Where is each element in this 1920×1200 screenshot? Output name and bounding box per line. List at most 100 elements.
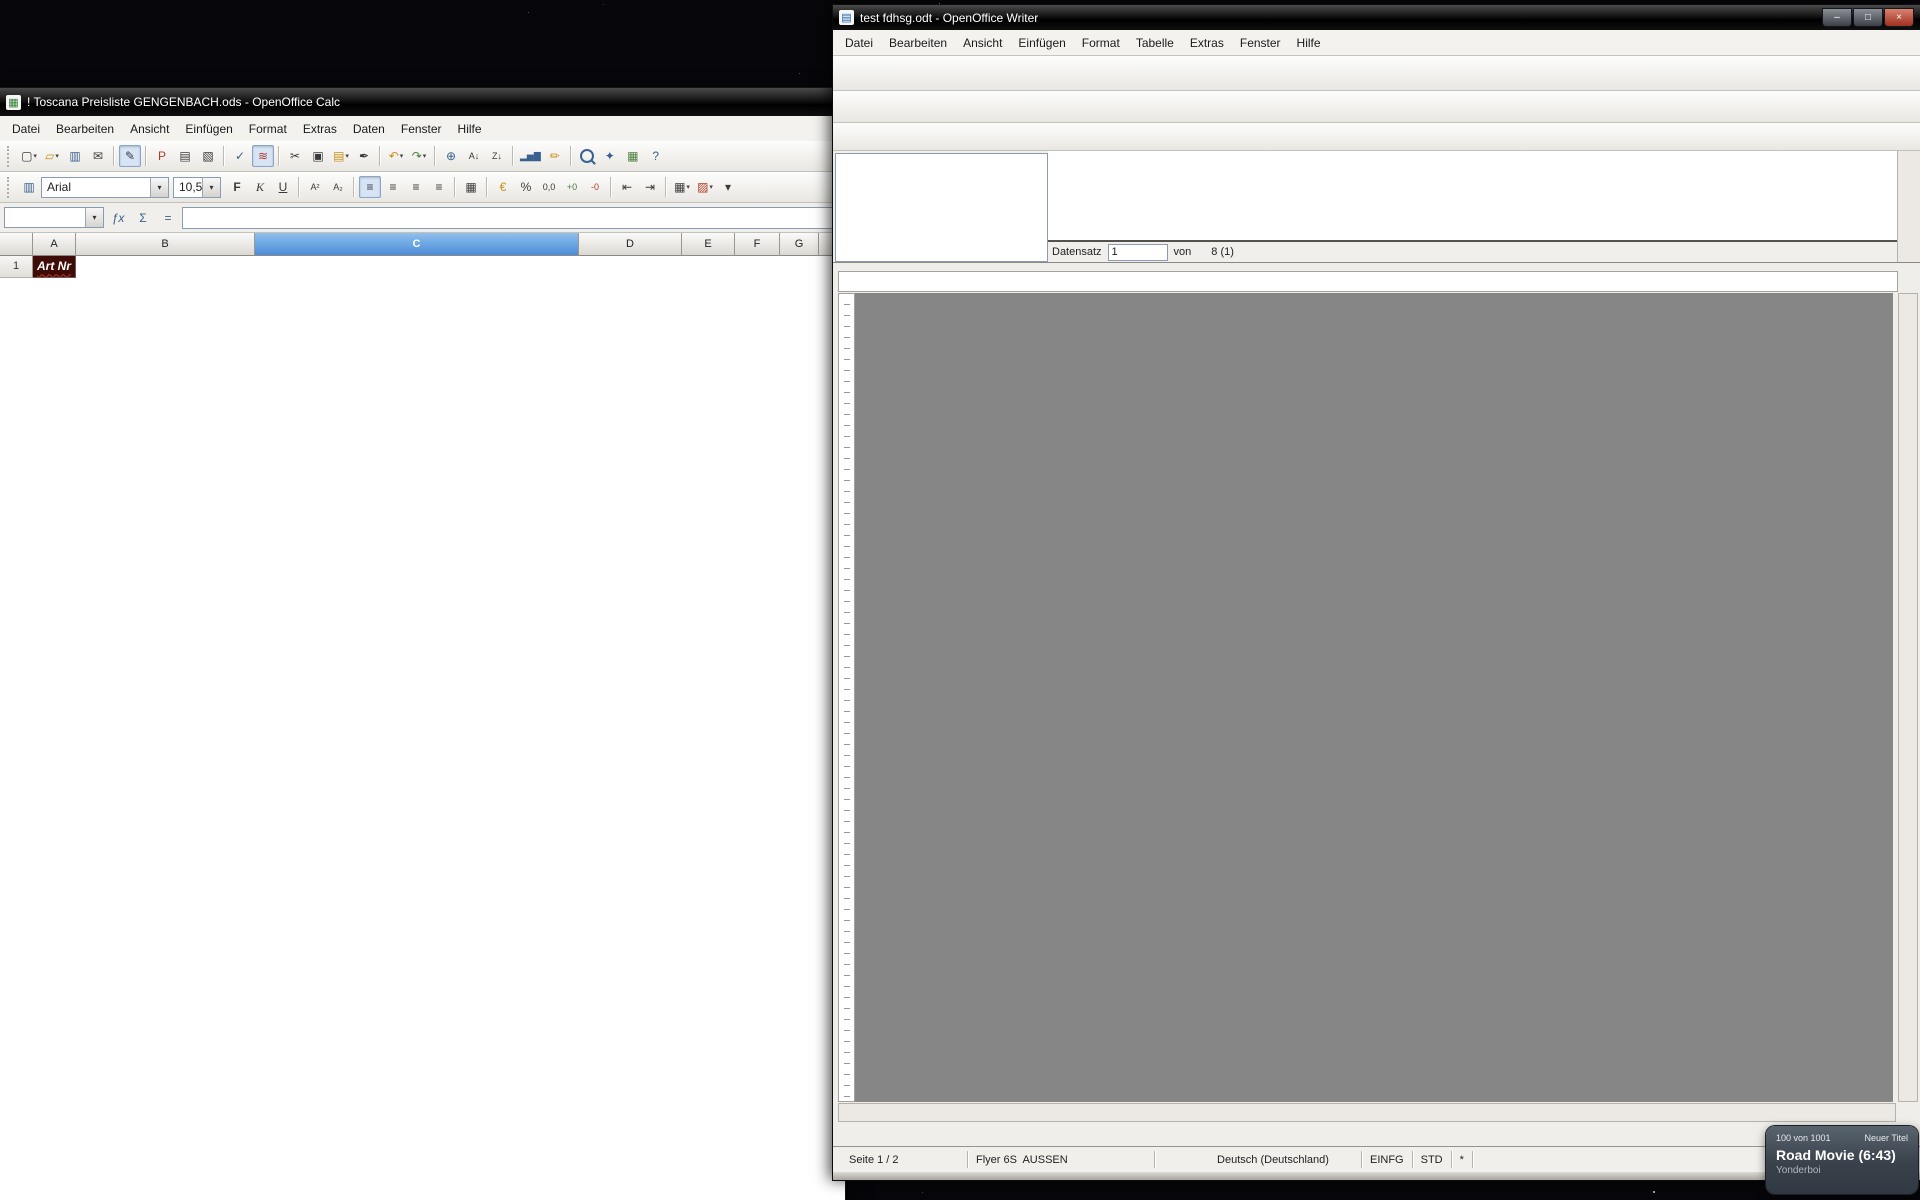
align-right-icon[interactable]: ≡ — [405, 176, 427, 198]
open-icon[interactable]: ▱▾ — [41, 145, 63, 167]
merge-cells-icon[interactable]: ▦ — [460, 176, 482, 198]
sum-button[interactable]: Σ — [132, 208, 154, 228]
menu-fenster[interactable]: Fenster — [1232, 33, 1289, 53]
menu-bearbeiten[interactable]: Bearbeiten — [881, 33, 955, 53]
chevron-down-icon[interactable]: ▾ — [150, 178, 168, 197]
writer-titlebar[interactable]: ▤ test fdhsg.odt - OpenOffice Writer –□× — [833, 5, 1920, 30]
calc-titlebar[interactable]: ▦ ! Toscana Preisliste GENGENBACH.ods - … — [0, 88, 845, 116]
paste-icon[interactable]: ▤▾ — [330, 145, 352, 167]
column-header-A[interactable]: A — [33, 233, 76, 256]
chevron-down-icon[interactable]: ▾ — [85, 208, 103, 227]
column-header-D[interactable]: D — [579, 233, 682, 256]
menu-daten[interactable]: Daten — [345, 119, 393, 139]
help-icon[interactable]: ? — [645, 145, 667, 167]
new-document-icon[interactable]: ▢▾ — [18, 145, 40, 167]
status-language[interactable]: Deutsch (Deutschland) — [1185, 1151, 1362, 1168]
cell-reference-box[interactable]: ▾ — [4, 207, 104, 228]
cell[interactable]: Art Nr — [33, 256, 76, 278]
toolbar-grip[interactable] — [7, 177, 14, 198]
document-as-email-icon[interactable]: ✉ — [87, 145, 109, 167]
gallery-icon[interactable]: ▦ — [622, 145, 644, 167]
menu-einfügen[interactable]: Einfügen — [177, 119, 240, 139]
spellcheck-icon[interactable]: ✓ — [229, 145, 251, 167]
number-format-currency-icon[interactable]: € — [492, 176, 514, 198]
bold-icon[interactable]: F — [226, 176, 248, 198]
status-page-style[interactable]: Flyer 6S AUSSEN — [968, 1151, 1155, 1168]
status-modified-flag[interactable]: * — [1452, 1151, 1473, 1168]
page-preview-icon[interactable]: ▧ — [197, 145, 219, 167]
status-selection-mode[interactable]: STD — [1413, 1151, 1452, 1168]
export-pdf-icon[interactable]: P — [151, 145, 173, 167]
vertical-scrollbar[interactable] — [1898, 293, 1918, 1102]
close-button[interactable]: × — [1884, 8, 1914, 27]
formula-button[interactable]: = — [157, 208, 179, 228]
increase-indent-icon[interactable]: ⇥ — [639, 176, 661, 198]
styles-window-icon[interactable]: ▥ — [18, 176, 40, 198]
number-format-standard-icon[interactable]: 0,0 — [538, 176, 560, 198]
column-header-C[interactable]: C — [255, 233, 579, 256]
sort-ascending-icon[interactable]: A↓ — [463, 145, 485, 167]
format-paintbrush-icon[interactable]: ✒ — [353, 145, 375, 167]
column-header-F[interactable]: F — [735, 233, 780, 256]
formula-input-line[interactable] — [182, 207, 841, 229]
corner-header[interactable] — [0, 233, 33, 256]
menu-format[interactable]: Format — [241, 119, 295, 139]
auto-spellcheck-icon[interactable]: ≋ — [252, 145, 274, 167]
menu-datei[interactable]: Datei — [837, 33, 881, 53]
superscript-icon[interactable]: A² — [304, 176, 326, 198]
edit-mode-icon[interactable]: ✎ — [119, 145, 141, 167]
column-header-B[interactable]: B — [76, 233, 255, 256]
italic-icon[interactable]: K — [249, 176, 271, 198]
menu-einfügen[interactable]: Einfügen — [1010, 33, 1073, 53]
borders-icon[interactable]: ▦▾ — [671, 176, 693, 198]
menu-ansicht[interactable]: Ansicht — [955, 33, 1010, 53]
underline-icon[interactable]: U — [272, 176, 294, 198]
data-source-table-scrollbar[interactable] — [1897, 151, 1920, 262]
horizontal-ruler[interactable] — [838, 271, 1898, 292]
toolbar-grip[interactable] — [7, 146, 14, 167]
row-header-1[interactable]: 1 — [0, 256, 33, 278]
menu-fenster[interactable]: Fenster — [393, 119, 450, 139]
hyperlink-icon[interactable]: ⊕ — [440, 145, 462, 167]
column-header-G[interactable]: G — [780, 233, 819, 256]
menu-hilfe[interactable]: Hilfe — [450, 119, 490, 139]
print-icon[interactable]: ▤ — [174, 145, 196, 167]
align-center-icon[interactable]: ≡ — [382, 176, 404, 198]
add-decimal-icon[interactable]: +0 — [561, 176, 583, 198]
maximize-button[interactable]: □ — [1853, 8, 1883, 27]
horizontal-scrollbar[interactable] — [838, 1103, 1896, 1122]
save-icon[interactable]: ▥ — [64, 145, 86, 167]
number-format-percent-icon[interactable]: % — [515, 176, 537, 198]
subscript-icon[interactable]: A₂ — [327, 176, 349, 198]
vertical-ruler[interactable] — [838, 293, 855, 1102]
align-left-icon[interactable]: ≡ — [359, 176, 381, 198]
background-color-icon[interactable]: ▨▾ — [694, 176, 716, 198]
status-insert-mode[interactable]: EINFG — [1362, 1151, 1413, 1168]
undo-icon[interactable]: ↶▾ — [385, 145, 407, 167]
menu-tabelle[interactable]: Tabelle — [1128, 33, 1182, 53]
find-replace-icon[interactable] — [576, 145, 598, 167]
function-wizard-button[interactable]: ƒx — [107, 208, 129, 228]
minimize-button[interactable]: – — [1822, 8, 1852, 27]
font-name-combo[interactable]: Arial▾ — [41, 177, 169, 198]
font-size-combo[interactable]: 10,5▾ — [173, 177, 221, 198]
redo-icon[interactable]: ↷▾ — [408, 145, 430, 167]
menu-format[interactable]: Format — [1074, 33, 1128, 53]
decrease-indent-icon[interactable]: ⇤ — [616, 176, 638, 198]
menu-extras[interactable]: Extras — [295, 119, 345, 139]
navigator-icon[interactable]: ✦ — [599, 145, 621, 167]
menu-hilfe[interactable]: Hilfe — [1289, 33, 1329, 53]
document-area[interactable] — [855, 293, 1893, 1102]
delete-decimal-icon[interactable]: -0 — [584, 176, 606, 198]
menu-ansicht[interactable]: Ansicht — [122, 119, 177, 139]
menu-bearbeiten[interactable]: Bearbeiten — [48, 119, 122, 139]
show-draw-functions-icon[interactable]: ✏ — [544, 145, 566, 167]
toolbar-overflow-icon[interactable]: ▾ — [717, 176, 739, 198]
copy-icon[interactable]: ▣ — [307, 145, 329, 167]
insert-chart-icon[interactable]: ▂▅▇ — [518, 145, 543, 167]
column-header-E[interactable]: E — [682, 233, 735, 256]
cut-icon[interactable]: ✂ — [284, 145, 306, 167]
menu-extras[interactable]: Extras — [1182, 33, 1232, 53]
sort-descending-icon[interactable]: Z↓ — [486, 145, 508, 167]
justify-icon[interactable]: ≡ — [428, 176, 450, 198]
